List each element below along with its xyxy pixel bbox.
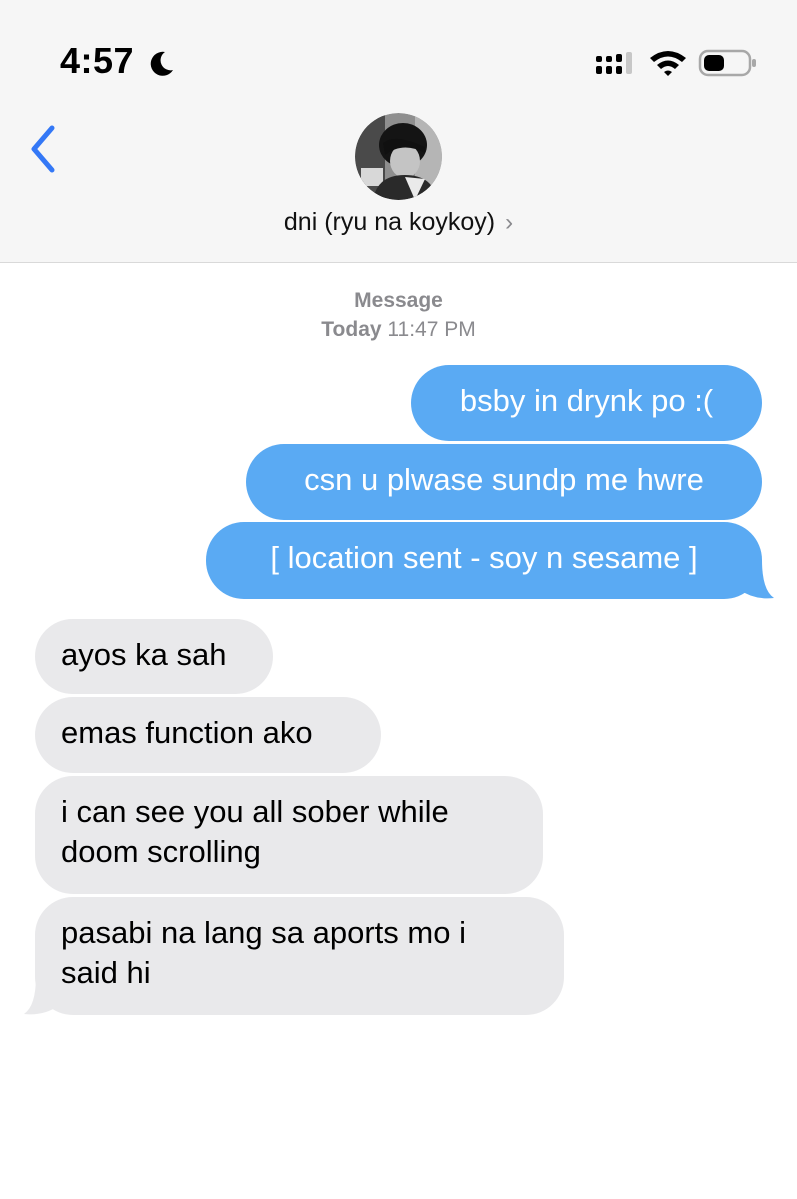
message-bubble-incoming[interactable]: emas function ako [35,697,381,773]
message-text: emas function ako [61,715,313,750]
message-bubble-incoming[interactable]: i can see you all sober while doom scrol… [35,776,543,894]
moon-icon [150,51,173,76]
message-bubble-outgoing[interactable]: csn u plwase sundp me hwre [246,444,762,520]
wifi-icon [650,51,686,76]
message-text: ayos ka sah [61,637,227,672]
nav-header: 4:57 dni (ryu na koykoy) › [0,0,797,263]
message-text-line: pasabi na lang sa aports mo i [61,915,466,950]
message-text-line: said hi [61,955,151,990]
timestamp-time: 11:47 PM [387,318,476,341]
message-text: bsby in drynk po :( [459,383,714,418]
message-text-line: doom scrolling [61,834,261,869]
message-bubble-incoming[interactable]: pasabi na lang sa aports mo i said hi [35,897,564,1015]
contact-name: dni (ryu na koykoy) [283,208,496,236]
message-text: [ location sent - soy n sesame ] [270,540,698,575]
message-text: csn u plwase sundp me hwre [304,462,704,497]
timestamp-day: Today [321,318,382,341]
battery-icon [698,49,756,77]
thread-service-label: Message [354,289,443,312]
back-button[interactable] [20,120,68,180]
message-bubble-outgoing[interactable]: bsby in drynk po :( [411,365,762,441]
message-bubble-incoming[interactable]: ayos ka sah [35,619,273,694]
bubble-tail [740,560,774,599]
chevron-right-icon: › [505,209,514,236]
thread-timestamp: Today 11:47 PM [0,318,797,342]
message-bubble-outgoing[interactable]: [ location sent - soy n sesame ] [206,522,762,599]
status-time: 4:57 [60,40,135,81]
cellular-signal-icon [596,52,632,74]
contact-avatar[interactable] [355,113,442,200]
contact-name-button[interactable]: dni (ryu na koykoy) › [0,208,797,237]
message-text-line: i can see you all sober while [61,794,449,829]
bubble-tail [24,976,58,1015]
